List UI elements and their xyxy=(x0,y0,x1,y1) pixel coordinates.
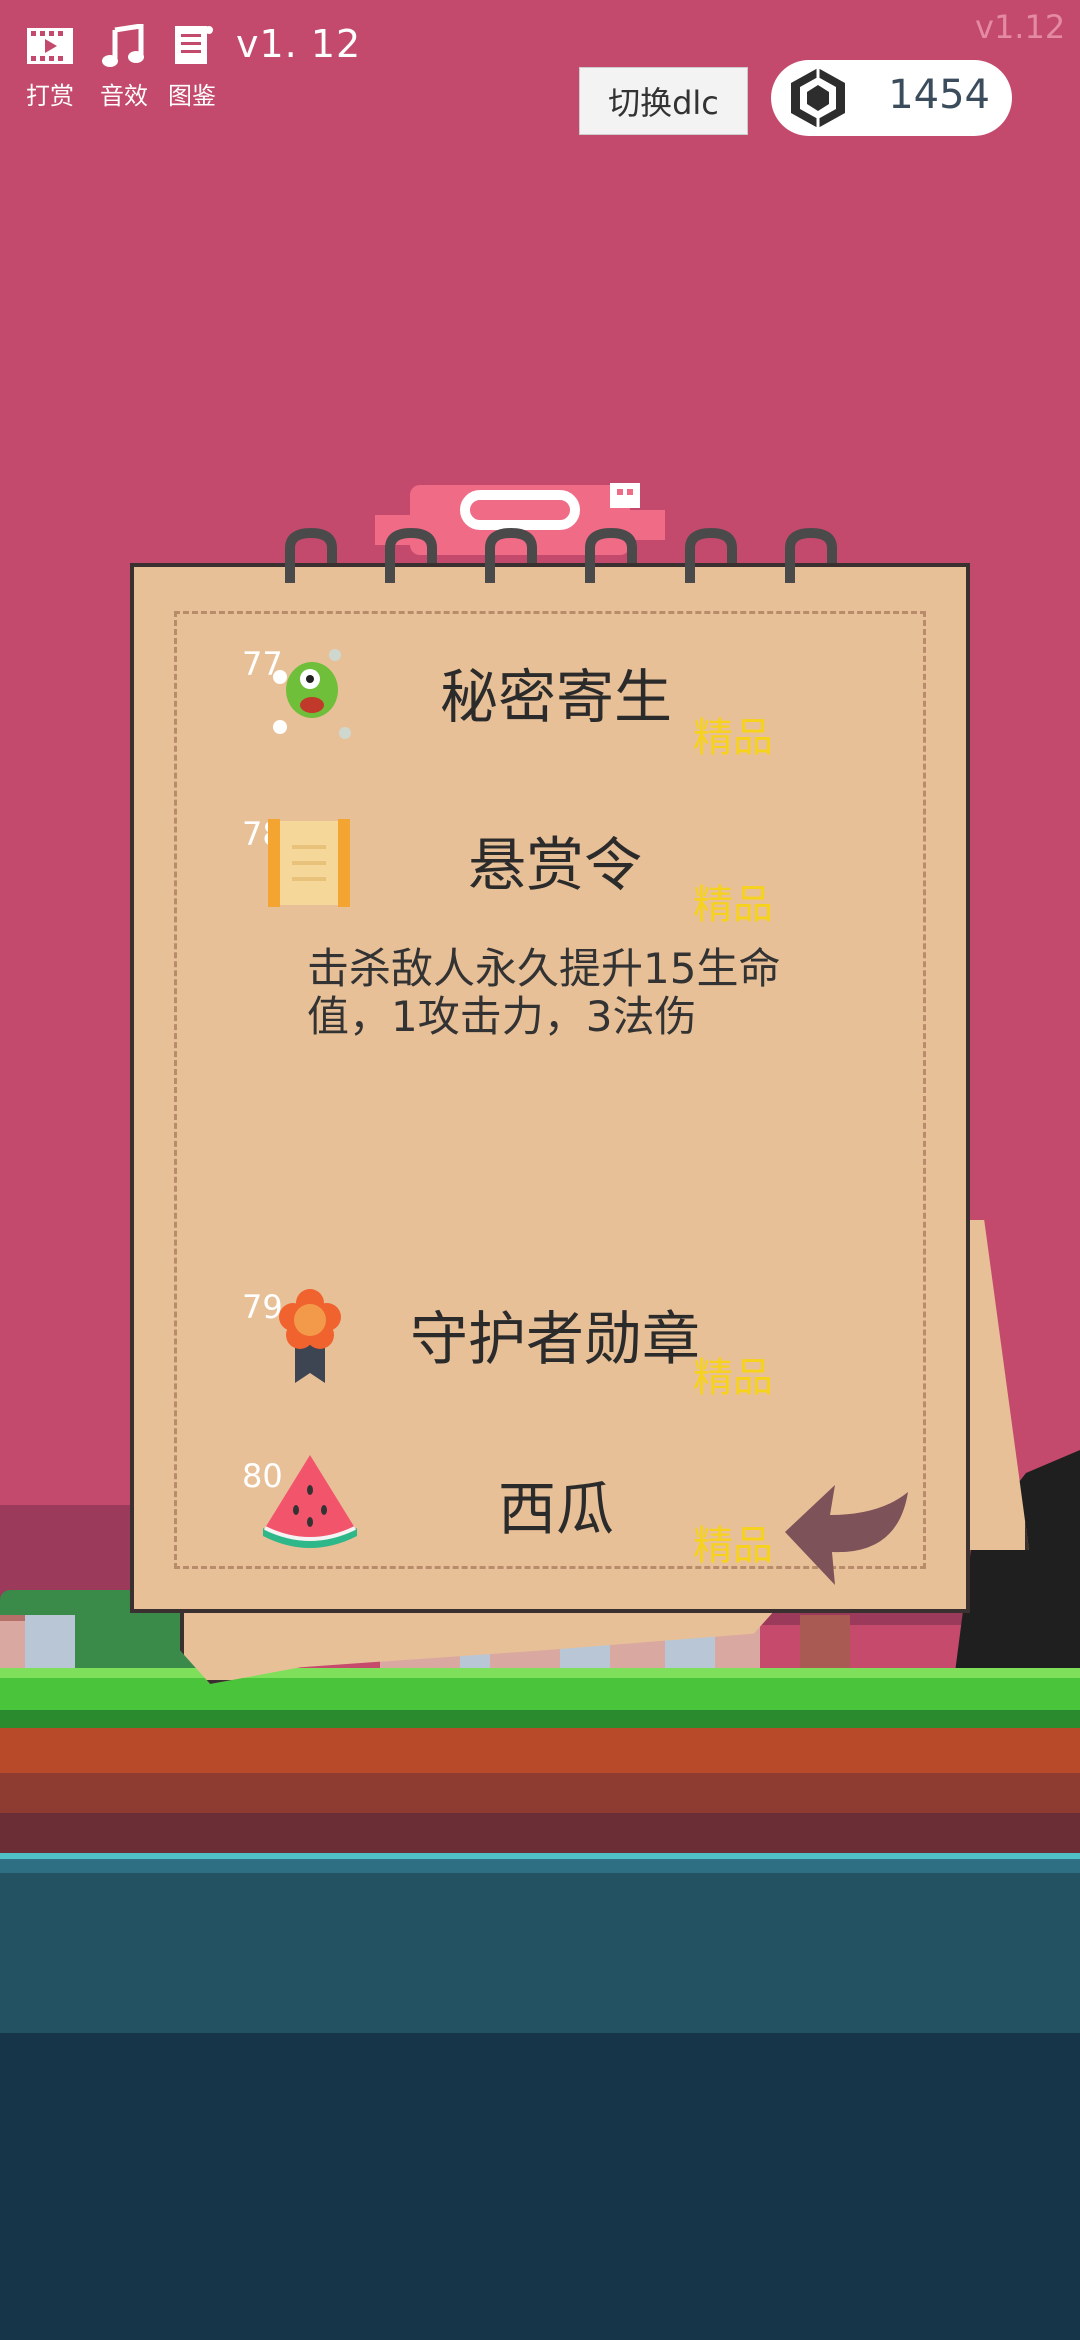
quality-badge: 精品 xyxy=(693,1523,773,1569)
medal-icon[interactable] xyxy=(275,1285,345,1385)
back-arrow-icon[interactable] xyxy=(780,1480,910,1590)
item-name: 西瓜 xyxy=(498,1475,615,1543)
gem-counter: 1454 xyxy=(771,60,1012,136)
version-label: v1. 12 xyxy=(236,22,362,66)
stone-pillar xyxy=(25,1615,75,1670)
quality-badge: 精品 xyxy=(693,882,773,928)
binder-ring xyxy=(285,528,337,583)
version-corner-label: v1.12 xyxy=(975,8,1066,46)
water-surface xyxy=(0,1853,1080,1859)
switch-dlc-button[interactable]: 切换dlc xyxy=(579,67,748,135)
item-description: 击杀敌人永久提升15生命值，1攻击力，3法伤 xyxy=(307,944,781,1041)
dirt-layer xyxy=(0,1728,1080,1853)
quality-badge: 精品 xyxy=(693,1355,773,1401)
sound-label: 音效 xyxy=(100,82,148,110)
reward-button[interactable]: 打赏 xyxy=(20,24,80,111)
binder-ring xyxy=(685,528,737,583)
codex-button[interactable]: 图鉴 xyxy=(162,24,222,111)
water xyxy=(0,1853,1080,2340)
binder-ring xyxy=(785,528,837,583)
item-name: 悬赏令 xyxy=(468,831,643,899)
panel-inner-border xyxy=(174,611,926,1569)
reward-label: 打赏 xyxy=(26,82,74,110)
binder-ring xyxy=(585,528,637,583)
film-icon xyxy=(25,24,75,68)
music-note-icon xyxy=(99,23,149,68)
item-name: 守护者勋章 xyxy=(410,1305,701,1373)
gem-icon xyxy=(791,68,845,128)
binder-ring xyxy=(485,528,537,583)
gem-count: 1454 xyxy=(888,72,990,118)
quality-badge: 精品 xyxy=(693,715,773,761)
item-name: 秘密寄生 xyxy=(440,663,673,731)
brick-pillar xyxy=(800,1615,850,1670)
grass-shadow xyxy=(0,1710,1080,1730)
sound-button[interactable]: 音效 xyxy=(94,23,154,111)
document-icon xyxy=(167,24,217,68)
codex-label: 图鉴 xyxy=(168,82,216,110)
parasite-icon[interactable] xyxy=(270,645,355,740)
watermelon-icon[interactable] xyxy=(260,1450,360,1555)
scroll-icon[interactable] xyxy=(262,815,357,910)
binder-ring xyxy=(385,528,437,583)
